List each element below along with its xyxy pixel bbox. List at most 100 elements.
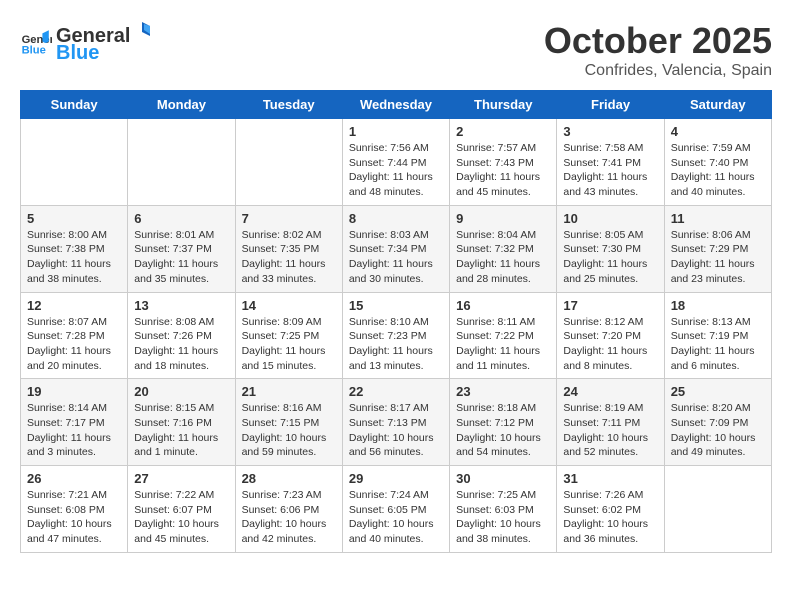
day-info: Sunrise: 8:19 AMSunset: 7:11 PMDaylight:… (563, 401, 657, 460)
calendar-cell: 22 Sunrise: 8:17 AMSunset: 7:13 PMDayligh… (342, 379, 449, 466)
calendar-week-row: 5Sunrise: 8:00 AMSunset: 7:38 PMDaylight… (21, 205, 772, 292)
day-number: 17 (563, 298, 657, 313)
day-number: 2 (456, 124, 550, 139)
day-info: Sunrise: 7:21 AMSunset: 6:08 PMDaylight:… (27, 488, 121, 547)
calendar-week-row: 1 Sunrise: 7:56 AMSunset: 7:44 PMDaylight… (21, 119, 772, 206)
calendar-cell: 20Sunrise: 8:15 AMSunset: 7:16 PMDayligh… (128, 379, 235, 466)
day-info: Sunrise: 8:18 AMSunset: 7:12 PMDaylight:… (456, 401, 550, 460)
day-info: Sunrise: 8:14 AMSunset: 7:17 PMDaylight:… (27, 401, 121, 460)
day-number: 19 (27, 384, 121, 399)
day-info: Sunrise: 8:07 AMSunset: 7:28 PMDaylight:… (27, 315, 121, 374)
day-number: 6 (134, 211, 228, 226)
logo: General Blue General Blue (20, 20, 152, 65)
month-year-title: October 2025 (544, 20, 772, 62)
calendar-cell: 12 Sunrise: 8:07 AMSunset: 7:28 PMDayligh… (21, 292, 128, 379)
day-number: 3 (563, 124, 657, 139)
calendar-cell: 15 Sunrise: 8:10 AMSunset: 7:23 PMDayligh… (342, 292, 449, 379)
calendar-cell: 13 Sunrise: 8:08 AMSunset: 7:26 PMDayligh… (128, 292, 235, 379)
calendar-cell: 9 Sunrise: 8:04 AMSunset: 7:32 PMDaylight… (450, 205, 557, 292)
calendar-cell (664, 466, 771, 553)
day-info: Sunrise: 7:56 AMSunset: 7:44 PMDaylight:… (349, 141, 443, 200)
calendar-cell: 14Sunrise: 8:09 AMSunset: 7:25 PMDayligh… (235, 292, 342, 379)
calendar-header-row: SundayMondayTuesdayWednesdayThursdayFrid… (21, 91, 772, 119)
logo-icon: General Blue (20, 27, 52, 59)
day-info: Sunrise: 8:06 AMSunset: 7:29 PMDaylight:… (671, 228, 765, 287)
day-info: Sunrise: 7:57 AMSunset: 7:43 PMDaylight:… (456, 141, 550, 200)
day-number: 31 (563, 471, 657, 486)
day-info: Sunrise: 7:26 AMSunset: 6:02 PMDaylight:… (563, 488, 657, 547)
calendar-cell: 3 Sunrise: 7:58 AMSunset: 7:41 PMDaylight… (557, 119, 664, 206)
day-number: 1 (349, 124, 443, 139)
day-number: 23 (456, 384, 550, 399)
calendar-week-row: 19 Sunrise: 8:14 AMSunset: 7:17 PMDayligh… (21, 379, 772, 466)
calendar-cell: 30 Sunrise: 7:25 AMSunset: 6:03 PMDayligh… (450, 466, 557, 553)
calendar-cell (235, 119, 342, 206)
day-number: 30 (456, 471, 550, 486)
calendar-cell: 24 Sunrise: 8:19 AMSunset: 7:11 PMDayligh… (557, 379, 664, 466)
day-number: 13 (134, 298, 228, 313)
calendar-cell: 4 Sunrise: 7:59 AMSunset: 7:40 PMDaylight… (664, 119, 771, 206)
calendar-cell: 5Sunrise: 8:00 AMSunset: 7:38 PMDaylight… (21, 205, 128, 292)
day-number: 18 (671, 298, 765, 313)
day-info: Sunrise: 8:01 AMSunset: 7:37 PMDaylight:… (134, 228, 228, 287)
weekday-header-sunday: Sunday (21, 91, 128, 119)
calendar-week-row: 26 Sunrise: 7:21 AMSunset: 6:08 PMDayligh… (21, 466, 772, 553)
calendar-cell: 27Sunrise: 7:22 AMSunset: 6:07 PMDayligh… (128, 466, 235, 553)
calendar-cell (21, 119, 128, 206)
day-number: 24 (563, 384, 657, 399)
day-number: 26 (27, 471, 121, 486)
day-info: Sunrise: 7:22 AMSunset: 6:07 PMDaylight:… (134, 488, 228, 547)
calendar-cell: 2 Sunrise: 7:57 AMSunset: 7:43 PMDaylight… (450, 119, 557, 206)
day-info: Sunrise: 8:04 AMSunset: 7:32 PMDaylight:… (456, 228, 550, 287)
day-info: Sunrise: 7:25 AMSunset: 6:03 PMDaylight:… (456, 488, 550, 547)
calendar-cell: 29 Sunrise: 7:24 AMSunset: 6:05 PMDayligh… (342, 466, 449, 553)
day-number: 16 (456, 298, 550, 313)
weekday-header-wednesday: Wednesday (342, 91, 449, 119)
calendar-cell: 26 Sunrise: 7:21 AMSunset: 6:08 PMDayligh… (21, 466, 128, 553)
weekday-header-saturday: Saturday (664, 91, 771, 119)
header: General Blue General Blue October 2025 C… (20, 20, 772, 80)
day-number: 15 (349, 298, 443, 313)
day-number: 14 (242, 298, 336, 313)
svg-text:Blue: Blue (22, 44, 46, 56)
day-info: Sunrise: 8:17 AMSunset: 7:13 PMDaylight:… (349, 401, 443, 460)
day-info: Sunrise: 8:02 AMSunset: 7:35 PMDaylight:… (242, 228, 336, 287)
day-number: 8 (349, 211, 443, 226)
day-number: 22 (349, 384, 443, 399)
day-info: Sunrise: 8:05 AMSunset: 7:30 PMDaylight:… (563, 228, 657, 287)
logo-wing-icon (130, 20, 152, 42)
day-info: Sunrise: 7:23 AMSunset: 6:06 PMDaylight:… (242, 488, 336, 547)
calendar-cell: 10Sunrise: 8:05 AMSunset: 7:30 PMDayligh… (557, 205, 664, 292)
calendar-cell: 6 Sunrise: 8:01 AMSunset: 7:37 PMDaylight… (128, 205, 235, 292)
day-number: 29 (349, 471, 443, 486)
day-number: 28 (242, 471, 336, 486)
day-info: Sunrise: 7:58 AMSunset: 7:41 PMDaylight:… (563, 141, 657, 200)
location-subtitle: Confrides, Valencia, Spain (544, 62, 772, 80)
calendar-cell: 28 Sunrise: 7:23 AMSunset: 6:06 PMDayligh… (235, 466, 342, 553)
calendar-cell: 19 Sunrise: 8:14 AMSunset: 7:17 PMDayligh… (21, 379, 128, 466)
day-number: 21 (242, 384, 336, 399)
day-info: Sunrise: 8:11 AMSunset: 7:22 PMDaylight:… (456, 315, 550, 374)
day-number: 12 (27, 298, 121, 313)
day-number: 9 (456, 211, 550, 226)
calendar-cell: 18 Sunrise: 8:13 AMSunset: 7:19 PMDayligh… (664, 292, 771, 379)
weekday-header-friday: Friday (557, 91, 664, 119)
calendar-cell: 31 Sunrise: 7:26 AMSunset: 6:02 PMDayligh… (557, 466, 664, 553)
calendar-cell: 8 Sunrise: 8:03 AMSunset: 7:34 PMDaylight… (342, 205, 449, 292)
day-info: Sunrise: 8:10 AMSunset: 7:23 PMDaylight:… (349, 315, 443, 374)
calendar-cell: 11 Sunrise: 8:06 AMSunset: 7:29 PMDayligh… (664, 205, 771, 292)
day-info: Sunrise: 7:59 AMSunset: 7:40 PMDaylight:… (671, 141, 765, 200)
day-info: Sunrise: 8:03 AMSunset: 7:34 PMDaylight:… (349, 228, 443, 287)
day-info: Sunrise: 7:24 AMSunset: 6:05 PMDaylight:… (349, 488, 443, 547)
calendar-table: SundayMondayTuesdayWednesdayThursdayFrid… (20, 90, 772, 553)
day-info: Sunrise: 8:13 AMSunset: 7:19 PMDaylight:… (671, 315, 765, 374)
calendar-cell: 25Sunrise: 8:20 AMSunset: 7:09 PMDayligh… (664, 379, 771, 466)
day-info: Sunrise: 8:08 AMSunset: 7:26 PMDaylight:… (134, 315, 228, 374)
day-info: Sunrise: 8:15 AMSunset: 7:16 PMDaylight:… (134, 401, 228, 460)
weekday-header-thursday: Thursday (450, 91, 557, 119)
calendar-cell: 1 Sunrise: 7:56 AMSunset: 7:44 PMDaylight… (342, 119, 449, 206)
day-info: Sunrise: 8:12 AMSunset: 7:20 PMDaylight:… (563, 315, 657, 374)
calendar-cell (128, 119, 235, 206)
day-number: 4 (671, 124, 765, 139)
day-number: 11 (671, 211, 765, 226)
